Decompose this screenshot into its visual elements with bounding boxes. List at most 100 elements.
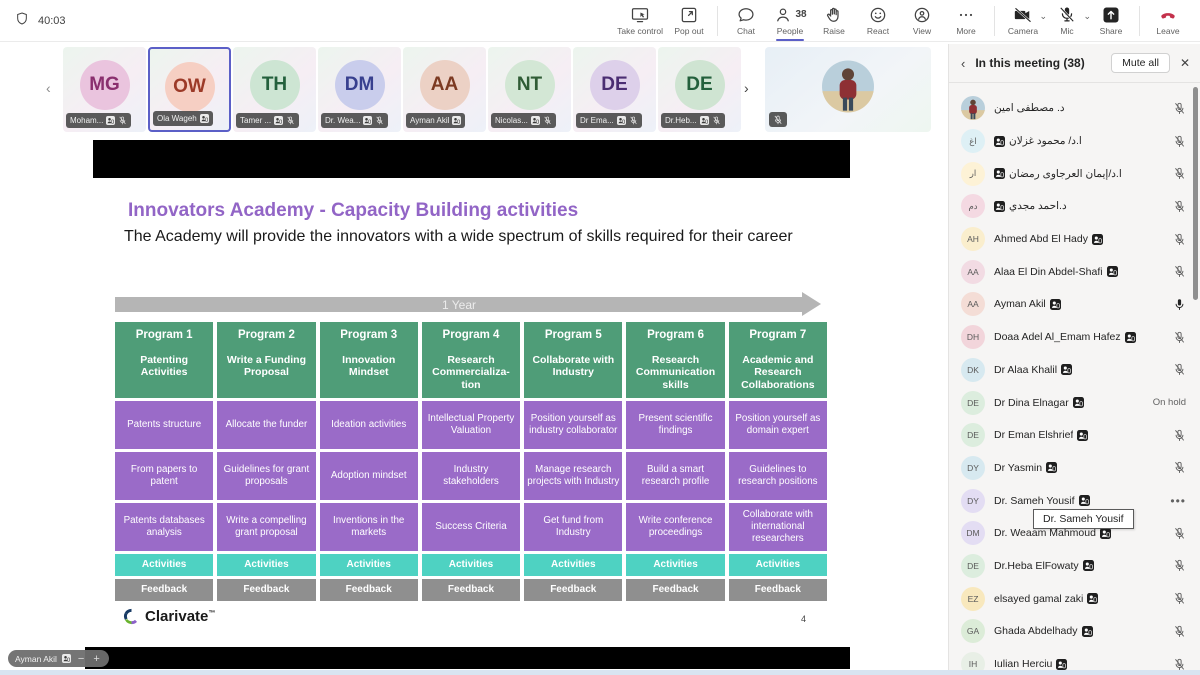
back-chevron-icon[interactable]: ‹ [961, 56, 965, 71]
participant-row-15[interactable]: DEDr.Heba ElFowaty [949, 550, 1200, 583]
participant-row-9[interactable]: DKDr Alaa Khalil [949, 354, 1200, 387]
mic-off-icon [1173, 429, 1186, 442]
photo-avatar-image [961, 96, 985, 120]
participant-row-5[interactable]: AHAhmed Abd El Hady [949, 223, 1200, 256]
video-tile-ow-1[interactable]: OWOla Wageh [148, 47, 231, 132]
participant-row-16[interactable]: EZelsayed gamal zaki [949, 582, 1200, 615]
participant-row-4[interactable]: دمد.احمد مجدي [949, 190, 1200, 223]
clarivate-logo-icon [123, 608, 140, 625]
video-tile-mg-0[interactable]: MGMoham... [63, 47, 146, 132]
mute-all-button[interactable]: Mute all [1111, 53, 1170, 73]
mic-button[interactable]: Mic⌄ [1045, 3, 1089, 39]
participant-row-1[interactable]: د. مصطفى امين [949, 92, 1200, 125]
tile-name-label: Moham... [66, 113, 131, 128]
raise-button[interactable]: Raise [812, 3, 856, 39]
activities-cell-2: Activities [217, 554, 315, 576]
phone-attendee-badge-icon [1056, 659, 1067, 670]
take-control-button[interactable]: Take control [613, 3, 667, 39]
on-hold-status: On hold [1153, 397, 1186, 408]
participant-row-6[interactable]: AAAlaa El Din Abdel-Shafi [949, 255, 1200, 288]
phone-attendee-badge-icon [106, 116, 115, 125]
filmstrip-prev-button[interactable]: ‹ [46, 80, 51, 96]
participant-name: د. مصطفى امين [994, 102, 1065, 114]
phone-attendee-badge-icon [1107, 266, 1118, 277]
participant-name: Dr.Heba ElFowaty [994, 560, 1079, 572]
people-button[interactable]: 38People [768, 3, 812, 39]
react-smiley-icon [868, 5, 888, 25]
video-tile-photo[interactable] [765, 47, 931, 132]
clarivate-logo: Clarivate™ [123, 608, 215, 625]
react-button[interactable]: React [856, 3, 900, 39]
phone-attendee-badge-icon [1050, 299, 1061, 310]
program-header-cell-4: Program 4Research Commercializa-tion [422, 322, 520, 398]
tile-participant-name: Dr Ema... [580, 116, 614, 125]
participant-name: Iulian Herciu [994, 658, 1052, 670]
panel-scrollbar[interactable] [1193, 87, 1198, 300]
clarivate-logo-text: Clarivate™ [145, 608, 215, 625]
feedback-cell-7: Feedback [729, 579, 827, 601]
mic-off-dark-icon [1057, 5, 1077, 25]
program-number: Program 2 [238, 329, 295, 343]
participant-row-7[interactable]: AAAyman Akil [949, 288, 1200, 321]
topic-cell-4-3: Success Criteria [422, 503, 520, 551]
leave-button[interactable]: Leave [1146, 3, 1190, 39]
initials-avatar: NT [505, 60, 555, 110]
toolbar-button-label: Leave [1156, 26, 1179, 36]
program-name: Academic and Research Collaborations [729, 354, 827, 392]
participant-row-2[interactable]: اغا.د/ محمود غزلان [949, 125, 1200, 158]
topic-cell-4-2: Industry stakeholders [422, 452, 520, 500]
slide-letterbox-bottom [85, 647, 850, 669]
more-options-icon[interactable]: ••• [1170, 494, 1186, 508]
video-tile-aa-4[interactable]: AAAyman Akil [403, 47, 486, 132]
video-tile-dm-3[interactable]: DMDr. Wea... [318, 47, 401, 132]
initials-avatar: TH [250, 60, 300, 110]
filmstrip-next-button[interactable]: › [744, 80, 749, 96]
people-icon [773, 5, 793, 25]
participant-row-12[interactable]: DYDr Yasmin [949, 452, 1200, 485]
topic-cell-1-1: Patents structure [115, 401, 213, 449]
participant-initials-avatar: DY [961, 456, 985, 480]
topic-cell-1-2: From papers to patent [115, 452, 213, 500]
video-tile-nt-5[interactable]: NTNicolas... [488, 47, 571, 132]
program-number: Program 4 [443, 329, 500, 343]
participant-initials-avatar: DE [961, 391, 985, 415]
participants-panel-header: ‹ In this meeting (38) Mute all ✕ [949, 44, 1200, 82]
participant-initials-avatar: DE [961, 423, 985, 447]
more-button[interactable]: More [944, 3, 988, 39]
pop-out-button[interactable]: Pop out [667, 3, 711, 39]
phone-attendee-badge-icon [1077, 430, 1088, 441]
close-panel-icon[interactable]: ✕ [1180, 56, 1190, 70]
tile-name-label: Dr. Wea... [321, 113, 388, 128]
tile-name-label: Tamer ... [236, 113, 299, 128]
camera-off-icon [1013, 5, 1033, 25]
mic-off-icon [543, 116, 552, 125]
topic-cell-2-2: Guidelines for grant proposals [217, 452, 315, 500]
participant-row-11[interactable]: DEDr Eman Elshrief [949, 419, 1200, 452]
mic-on-icon [1173, 298, 1186, 311]
feedback-cell-3: Feedback [320, 579, 418, 601]
video-tile-th-2[interactable]: TH Tamer ... [233, 47, 316, 132]
toolbar-button-label: Mic [1060, 26, 1073, 36]
participant-row-17[interactable]: GAGhada Abdelhady [949, 615, 1200, 648]
participant-name: elsayed gamal zaki [994, 593, 1083, 605]
mic-off-icon [1173, 331, 1186, 344]
topic-cell-3-1: Ideation activities [320, 401, 418, 449]
zoom-out-button[interactable]: − [76, 653, 86, 665]
participant-row-10[interactable]: DEDr Dina ElnagarOn hold [949, 386, 1200, 419]
activities-cell-3: Activities [320, 554, 418, 576]
window-bottom-edge [0, 670, 1200, 675]
video-tile-de-6[interactable]: DEDr Ema... [573, 47, 656, 132]
participant-row-8[interactable]: DHDoaa Adel Al_Emam Hafez [949, 321, 1200, 354]
zoom-in-button[interactable]: + [91, 653, 101, 665]
camera-button[interactable]: Camera⌄ [1001, 3, 1045, 39]
share-button[interactable]: Share [1089, 3, 1133, 39]
participant-row-3[interactable]: ارا.د/إيمان العرجاوى رمضان [949, 157, 1200, 190]
video-tile-de-7[interactable]: DEDr.Heb... [658, 47, 741, 132]
participant-initials-avatar: GA [961, 619, 985, 643]
meeting-timer: 40:03 [38, 15, 66, 27]
chat-button[interactable]: Chat [724, 3, 768, 39]
participant-initials-avatar: DH [961, 325, 985, 349]
view-button[interactable]: View [900, 3, 944, 39]
photo-avatar-image [822, 61, 874, 113]
program-number: Program 3 [340, 329, 397, 343]
